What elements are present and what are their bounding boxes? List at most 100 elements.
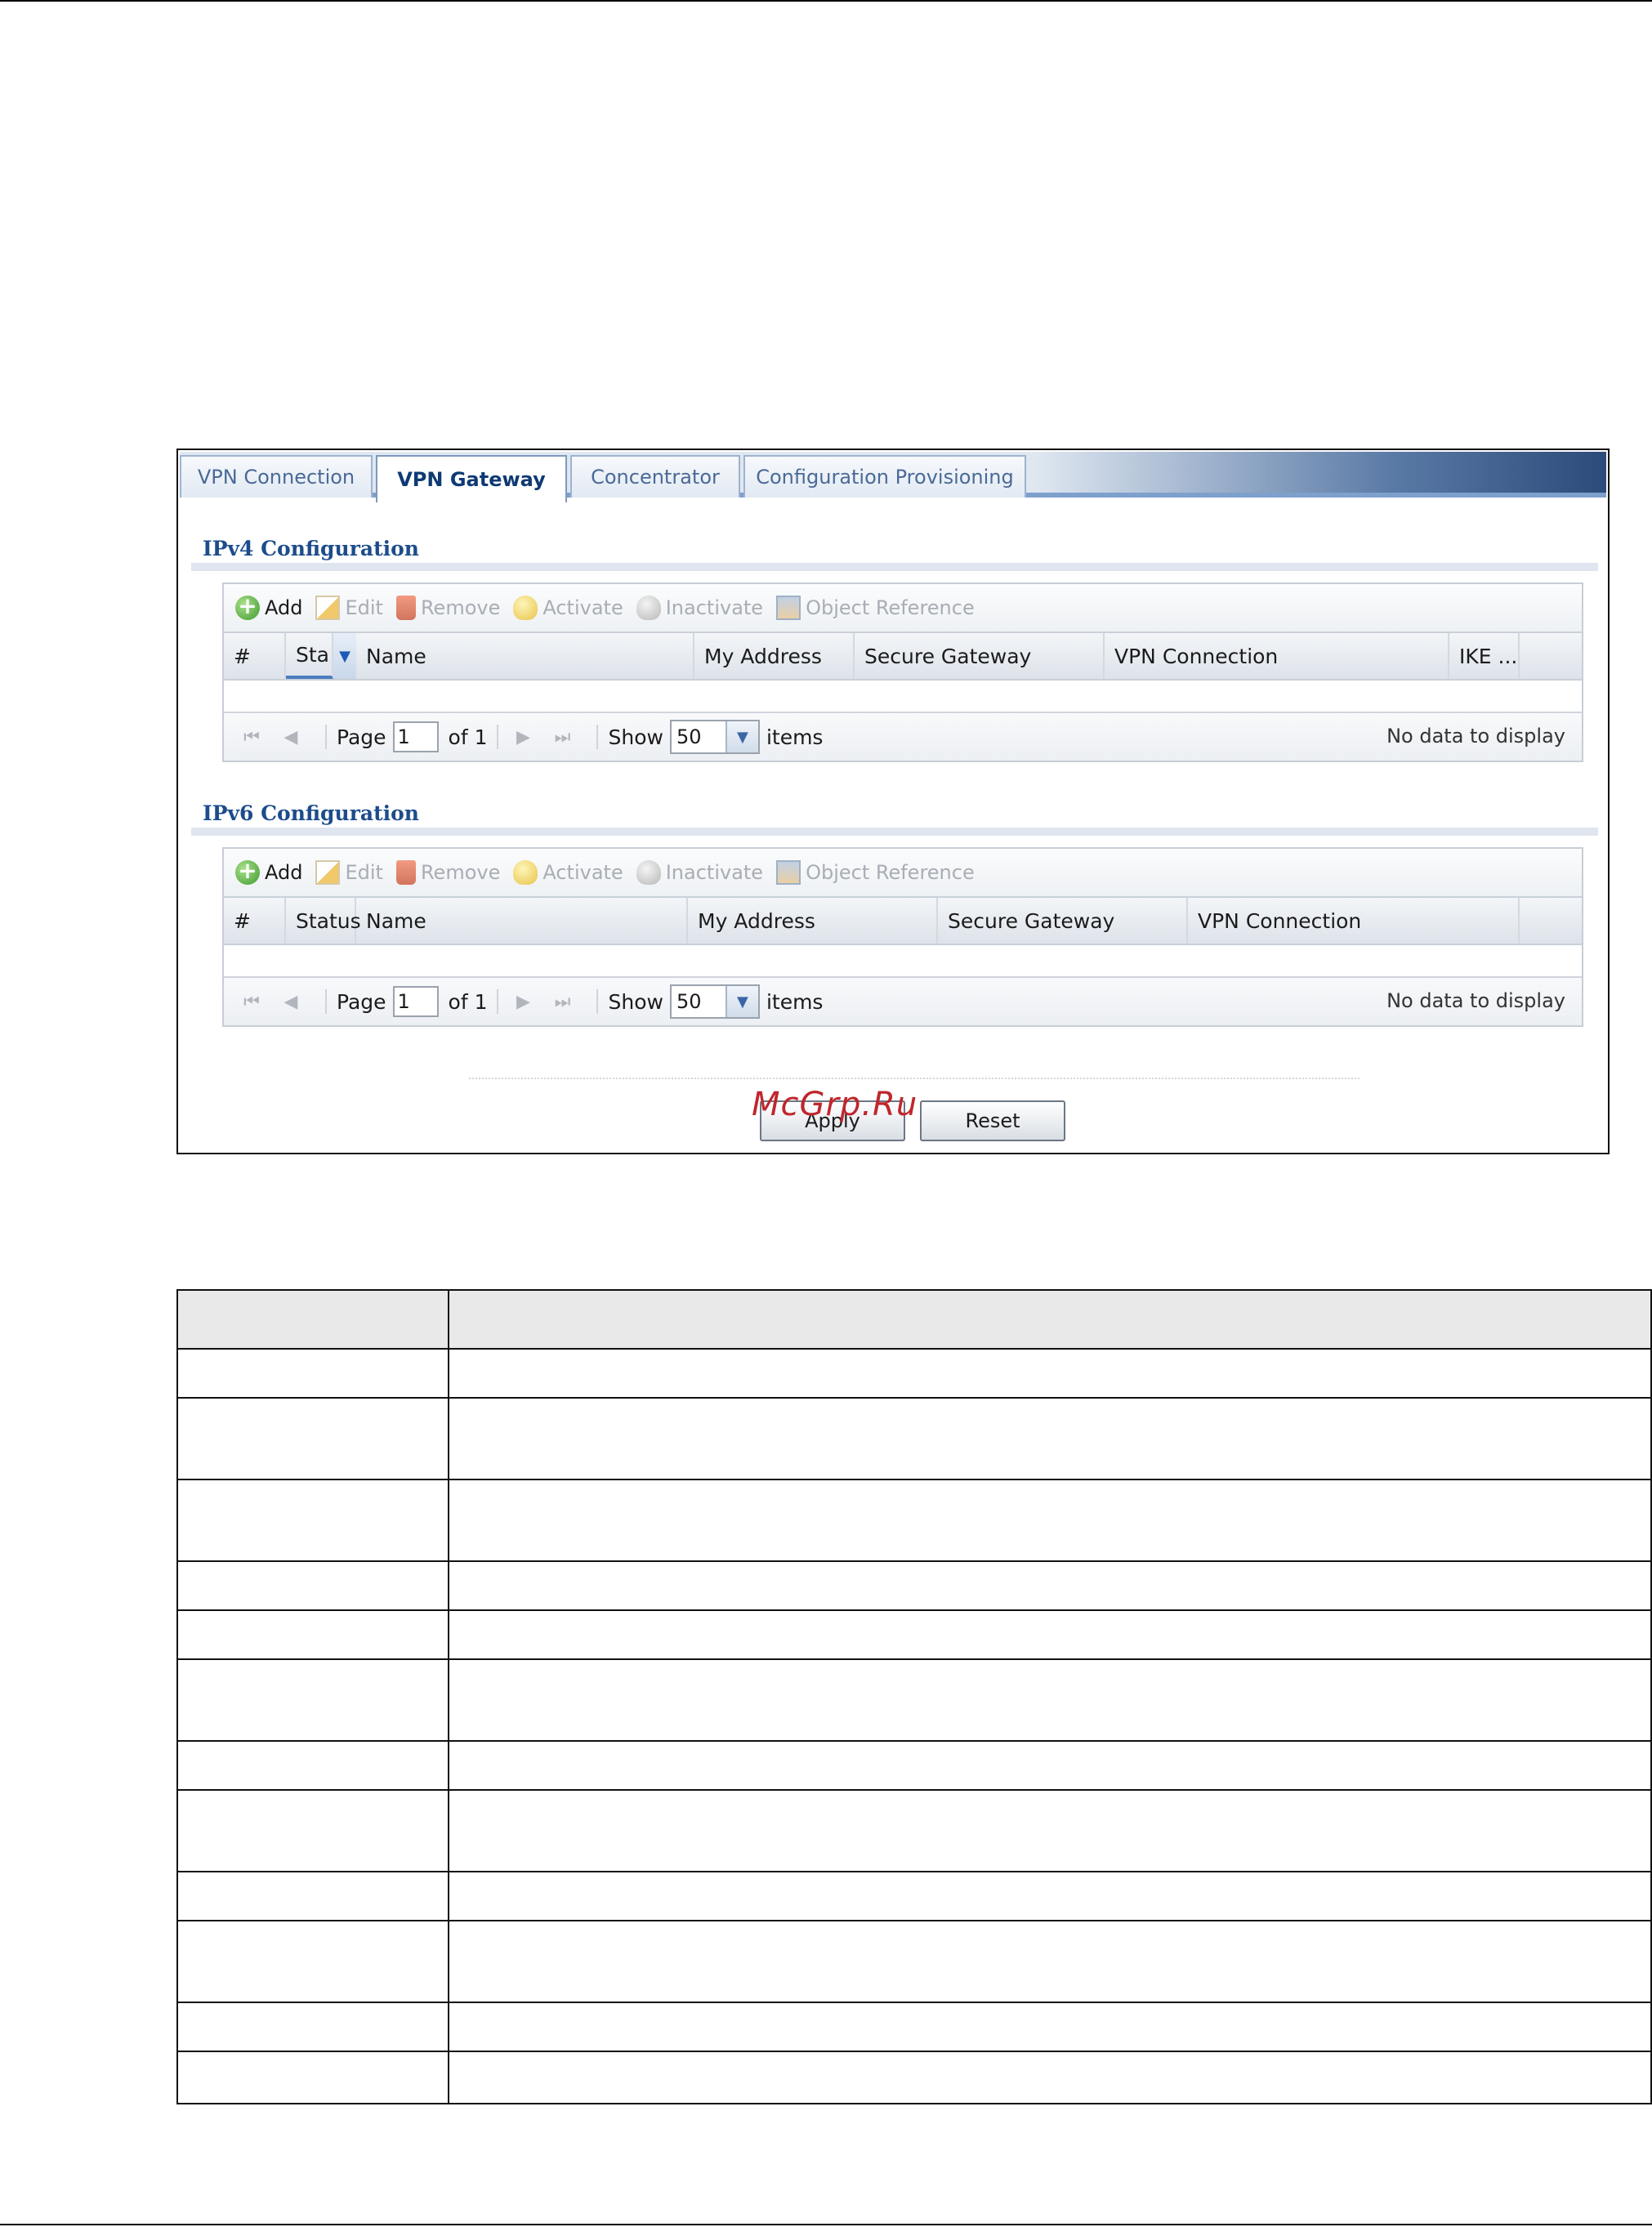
items-per-page-select[interactable]: 50 ▼: [669, 720, 760, 754]
col-secure-gateway[interactable]: Secure Gateway: [938, 898, 1188, 944]
col-name[interactable]: Name: [356, 898, 688, 944]
page-bottom-rule: [0, 2224, 1652, 2225]
page-count-label: of 1: [448, 725, 488, 749]
ipv4-inactivate-button[interactable]: Inactivate: [636, 596, 763, 620]
ipv6-object-reference-button[interactable]: Object Reference: [776, 860, 975, 885]
lightbulb-off-icon: [636, 860, 661, 885]
table-row: [178, 1399, 1650, 1480]
col-vpn-connection[interactable]: VPN Connection: [1105, 633, 1449, 679]
items-per-page-select[interactable]: 50 ▼: [669, 984, 760, 1019]
show-label: Show: [608, 725, 663, 749]
add-label: Add: [265, 861, 303, 884]
ipv4-toolbar: Add Edit Remove Activate Inactivate Obje…: [224, 584, 1582, 632]
reset-button[interactable]: Reset: [920, 1100, 1065, 1141]
lightbulb-on-icon: [513, 860, 538, 885]
ipv4-remove-button[interactable]: Remove: [395, 596, 500, 620]
edit-icon: [315, 596, 341, 620]
table-row: [178, 1480, 1650, 1562]
col-index[interactable]: #: [224, 633, 286, 679]
items-label: items: [766, 989, 824, 1014]
col-ike[interactable]: IKE ...: [1449, 633, 1520, 679]
col-my-address[interactable]: My Address: [694, 633, 855, 679]
table-row: [178, 1791, 1650, 1872]
trash-icon: [395, 860, 416, 885]
tab-bar: VPN Connection VPN Gateway Concentrator …: [180, 452, 1606, 502]
sort-dropdown-icon[interactable]: ▼: [333, 633, 356, 679]
col-index[interactable]: #: [224, 898, 286, 944]
tab-vpn-connection[interactable]: VPN Connection: [180, 455, 373, 498]
page-label: Page: [337, 989, 386, 1014]
ipv6-remove-button[interactable]: Remove: [395, 860, 501, 885]
ipv6-header-row: # Status Name My Address Secure Gateway …: [224, 896, 1582, 945]
table-row: [178, 1742, 1650, 1791]
last-page-icon[interactable]: ⏭: [547, 992, 577, 1012]
object-reference-icon: [776, 596, 801, 620]
screenshot-frame: VPN Connection VPN Gateway Concentrator …: [176, 449, 1610, 1154]
ipv4-header-row: # Sta ▼ Name My Address Secure Gateway V…: [224, 632, 1582, 681]
prev-page-icon[interactable]: ◀: [276, 727, 306, 748]
table-row: [178, 1660, 1650, 1742]
table-row: [178, 1562, 1650, 1611]
ipv6-add-button[interactable]: Add: [235, 857, 303, 885]
watermark: McGrp.Ru: [752, 1086, 918, 1123]
add-label: Add: [265, 596, 303, 619]
last-page-icon[interactable]: ⏭: [547, 727, 577, 748]
tab-vpn-gateway[interactable]: VPN Gateway: [376, 455, 567, 502]
add-icon: [235, 857, 260, 885]
object-reference-icon: [776, 860, 801, 885]
next-page-icon[interactable]: ▶: [508, 727, 538, 748]
ipv6-edit-button[interactable]: Edit: [315, 860, 383, 885]
table-row: [178, 1611, 1650, 1660]
page-top-rule: [0, 0, 1652, 2]
col-status[interactable]: Sta: [286, 633, 333, 679]
pager-separator: [325, 725, 327, 749]
table-header: [178, 1291, 1650, 1350]
first-page-icon[interactable]: ⏮: [237, 727, 266, 748]
col-my-address[interactable]: My Address: [688, 898, 938, 944]
lightbulb-on-icon: [513, 596, 538, 620]
prev-page-icon[interactable]: ◀: [276, 992, 306, 1012]
table-row: [178, 1872, 1650, 1921]
table-row: [178, 1350, 1650, 1399]
page-label: Page: [337, 725, 386, 749]
inactivate-label: Inactivate: [665, 861, 764, 884]
col-name[interactable]: Name: [356, 633, 694, 679]
ipv4-add-button[interactable]: Add: [235, 592, 303, 620]
button-divider: [469, 1078, 1360, 1079]
chevron-down-icon[interactable]: ▼: [725, 986, 758, 1017]
items-label: items: [766, 725, 824, 749]
table-row: [178, 2052, 1650, 2103]
page-input[interactable]: 1: [392, 721, 439, 752]
remove-label: Remove: [420, 861, 501, 884]
ipv6-activate-button[interactable]: Activate: [513, 860, 623, 885]
edit-icon: [315, 860, 341, 885]
ipv6-grid: Add Edit Remove Activate Inactivate Obje…: [222, 847, 1583, 1027]
ipv4-section-rule: [191, 563, 1598, 571]
table-column-divider: [448, 1291, 449, 2103]
ipv4-activate-button[interactable]: Activate: [513, 596, 623, 620]
col-status[interactable]: Status: [286, 898, 361, 944]
ipv6-inactivate-button[interactable]: Inactivate: [636, 860, 763, 885]
ipv4-grid: Add Edit Remove Activate Inactivate Obje…: [222, 582, 1583, 762]
no-data-message: No data to display: [1386, 989, 1565, 1012]
col-secure-gateway[interactable]: Secure Gateway: [855, 633, 1105, 679]
page-count-label: of 1: [448, 989, 488, 1014]
activate-label: Activate: [542, 596, 623, 619]
tab-concentrator[interactable]: Concentrator: [570, 455, 740, 498]
pager-separator: [497, 725, 499, 749]
chevron-down-icon[interactable]: ▼: [725, 721, 758, 752]
pager-separator: [497, 989, 499, 1014]
col-vpn-connection[interactable]: VPN Connection: [1188, 898, 1520, 944]
no-data-message: No data to display: [1386, 725, 1565, 748]
table-row: [178, 2003, 1650, 2052]
ipv4-edit-button[interactable]: Edit: [315, 596, 383, 620]
pager-separator: [325, 989, 327, 1014]
tab-configuration-provisioning[interactable]: Configuration Provisioning: [743, 455, 1026, 498]
ipv4-object-reference-button[interactable]: Object Reference: [776, 596, 975, 620]
object-reference-label: Object Reference: [806, 861, 975, 884]
page-input[interactable]: 1: [392, 986, 439, 1017]
next-page-icon[interactable]: ▶: [508, 992, 538, 1012]
edit-label: Edit: [345, 596, 383, 619]
first-page-icon[interactable]: ⏮: [237, 992, 266, 1012]
ipv6-toolbar: Add Edit Remove Activate Inactivate Obje…: [224, 849, 1582, 896]
